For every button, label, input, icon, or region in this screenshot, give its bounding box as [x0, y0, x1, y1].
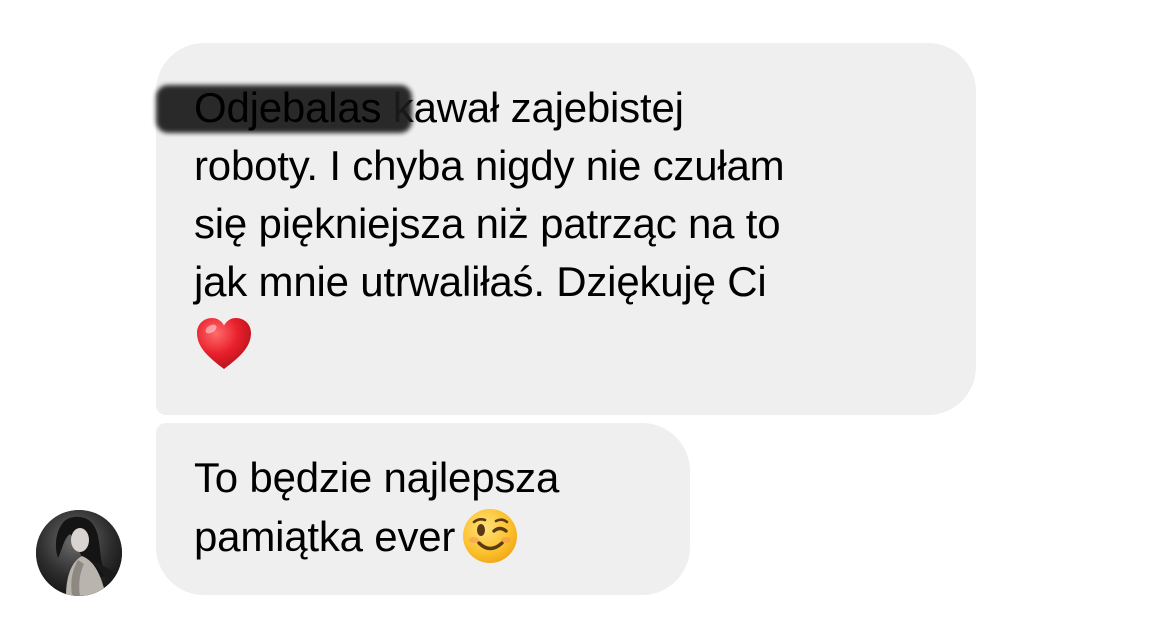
redacted-word: Odjebalas [156, 79, 412, 137]
message-bubble[interactable]: To będzie najlepsza pamiątka ever [156, 423, 690, 595]
message-line: To będzie najlepsza [194, 454, 560, 501]
message-line: się piękniejsza niż patrząc na to [194, 200, 781, 247]
message-bubble[interactable]: Odjebalas kawał zajebistej roboty. I chy… [156, 43, 976, 415]
red-heart-emoji [194, 315, 254, 373]
sender-avatar[interactable] [36, 510, 122, 596]
sender-avatar-photo [36, 510, 122, 596]
message-line: roboty. I chyba nigdy nie czułam [194, 142, 785, 189]
winking-face-emoji [461, 507, 519, 565]
message-line: pamiątka ever [194, 507, 660, 566]
message-line: Odjebalas kawał zajebistej [156, 79, 946, 137]
message-line: jak mnie utrwaliłaś. Dziękuję Ci [194, 258, 767, 305]
